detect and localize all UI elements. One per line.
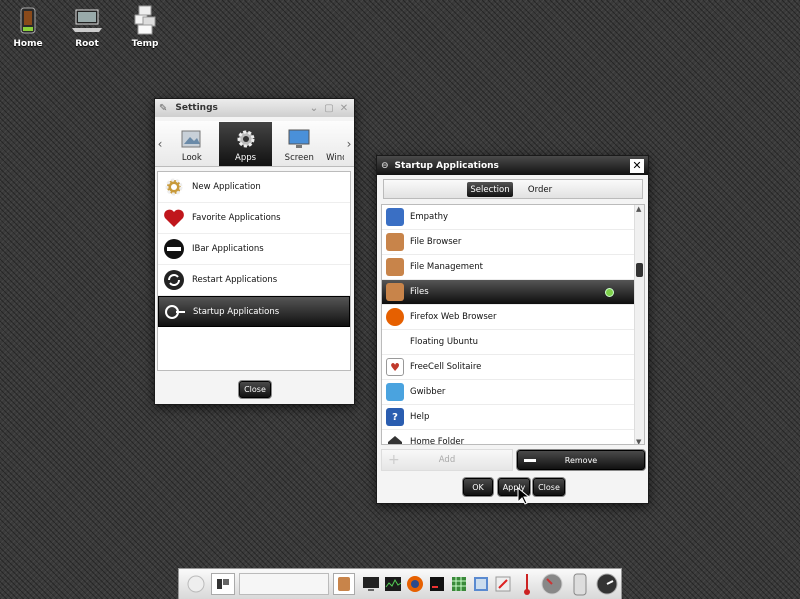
tab-look[interactable]: Look bbox=[165, 122, 219, 166]
minimize-button[interactable]: ⌄ bbox=[308, 102, 320, 114]
list-item-empathy[interactable]: Empathy bbox=[382, 205, 634, 230]
startup-titlebar[interactable]: ⊖ Startup Applications ✕ bbox=[377, 156, 648, 175]
remove-button[interactable]: Remove bbox=[517, 450, 645, 470]
help-icon: ? bbox=[386, 408, 404, 426]
workspace-pager[interactable] bbox=[239, 573, 329, 595]
battery-icon[interactable] bbox=[569, 573, 591, 596]
list-item-freecell[interactable]: ♥ FreeCell Solitaire bbox=[382, 355, 634, 380]
desktop-icon-root[interactable]: Root bbox=[62, 4, 112, 49]
taskbar bbox=[178, 568, 622, 599]
desktop-icon-temp[interactable]: Temp bbox=[120, 4, 170, 49]
tabs-right-arrow[interactable]: › bbox=[344, 122, 354, 166]
heart-icon bbox=[162, 206, 186, 230]
list-item-gwibber[interactable]: Gwibber bbox=[382, 380, 634, 405]
startup-tabs: Selection Order bbox=[383, 179, 643, 199]
clock-icon[interactable] bbox=[539, 573, 565, 595]
calculator-icon[interactable] bbox=[449, 573, 469, 595]
list-item-firefox[interactable]: Firefox Web Browser bbox=[382, 305, 634, 330]
start-icon[interactable] bbox=[185, 573, 207, 595]
startup-close-button[interactable]: Close bbox=[533, 478, 565, 496]
scroll-up-icon[interactable]: ▲ bbox=[636, 205, 641, 213]
system-monitor-icon[interactable] bbox=[383, 573, 403, 595]
trash-bin-icon bbox=[12, 4, 44, 36]
restart-icon bbox=[162, 268, 186, 292]
settings-item-favorite-applications[interactable]: Favorite Applications bbox=[158, 203, 350, 234]
file-browser-icon bbox=[386, 233, 404, 251]
look-icon bbox=[179, 128, 205, 150]
ibar-icon bbox=[162, 237, 186, 261]
editor-icon[interactable] bbox=[493, 573, 513, 595]
startup-applications-window: ⊖ Startup Applications ✕ Selection Order… bbox=[376, 155, 649, 504]
tab-screen[interactable]: Screen bbox=[272, 122, 326, 166]
settings-tabs: ‹ Look Apps Screen Wind › bbox=[155, 121, 354, 167]
maximize-button[interactable]: ▢ bbox=[323, 102, 335, 114]
desktop-icon-label: Root bbox=[75, 39, 99, 49]
laptop-icon bbox=[71, 4, 103, 36]
plus-icon: + bbox=[388, 452, 400, 468]
file-management-icon bbox=[386, 258, 404, 276]
apps-gear-icon bbox=[233, 128, 259, 150]
list-item-floating-ubuntu[interactable]: Floating Ubuntu bbox=[382, 330, 634, 355]
firefox-icon bbox=[386, 308, 404, 326]
cards-icon: ♥ bbox=[386, 358, 404, 376]
desktop-icon-label: Home bbox=[13, 39, 43, 49]
close-icon[interactable]: ✕ bbox=[630, 158, 644, 173]
mouse-cursor-icon bbox=[517, 486, 531, 508]
settings-item-restart-applications[interactable]: Restart Applications bbox=[158, 265, 350, 296]
settings-window: ✎ Settings ⌄ ▢ ✕ ‹ Look Apps Screen Win bbox=[154, 98, 355, 405]
files-icon[interactable] bbox=[333, 573, 355, 595]
minus-icon bbox=[524, 458, 536, 462]
firefox-icon[interactable] bbox=[405, 573, 425, 595]
terminal-icon[interactable] bbox=[361, 573, 381, 595]
gwibber-icon bbox=[386, 383, 404, 401]
list-item-home-folder[interactable]: Home Folder bbox=[382, 430, 634, 444]
tab-selection[interactable]: Selection bbox=[467, 182, 513, 197]
tabs-left-arrow[interactable]: ‹ bbox=[155, 122, 165, 166]
scrollbar-thumb[interactable] bbox=[636, 263, 643, 277]
boxes-icon bbox=[129, 4, 161, 36]
add-button[interactable]: + Add bbox=[381, 449, 513, 471]
settings-titlebar[interactable]: ✎ Settings ⌄ ▢ ✕ bbox=[155, 99, 354, 117]
close-icon[interactable]: ✕ bbox=[338, 102, 350, 114]
settings-item-startup-applications[interactable]: Startup Applications bbox=[158, 296, 350, 327]
startup-icon bbox=[163, 300, 187, 324]
enabled-indicator-icon bbox=[605, 287, 614, 297]
list-scrollbar[interactable]: ▲ ▼ bbox=[634, 205, 644, 444]
list-item-file-browser[interactable]: File Browser bbox=[382, 230, 634, 255]
console-icon[interactable] bbox=[427, 573, 447, 595]
window-icon bbox=[326, 128, 344, 150]
tab-order[interactable]: Order bbox=[520, 182, 560, 197]
settings-list: New Application Favorite Applications IB… bbox=[157, 171, 351, 371]
desktop-icon-home[interactable]: Home bbox=[3, 4, 53, 49]
thermometer-icon[interactable] bbox=[521, 573, 533, 595]
files-icon bbox=[386, 283, 404, 301]
list-item-help[interactable]: ? Help bbox=[382, 405, 634, 430]
home-folder-icon bbox=[386, 433, 404, 444]
wrench-icon: ✎ bbox=[159, 102, 168, 114]
settings-title: Settings bbox=[175, 103, 218, 113]
photos-icon[interactable] bbox=[471, 573, 491, 595]
list-item-file-management[interactable]: File Management bbox=[382, 255, 634, 280]
list-item-files[interactable]: Files bbox=[382, 280, 634, 305]
ok-button[interactable]: OK bbox=[463, 478, 493, 496]
monitor-icon bbox=[286, 128, 312, 150]
pager-icon[interactable] bbox=[211, 573, 235, 595]
desktop-icon-label: Temp bbox=[131, 39, 159, 49]
empathy-icon bbox=[386, 208, 404, 226]
startup-app-list: Empathy File Browser File Management Fil… bbox=[381, 204, 645, 445]
tab-apps[interactable]: Apps bbox=[218, 122, 273, 166]
gear-icon bbox=[162, 175, 186, 199]
power-icon[interactable] bbox=[595, 573, 619, 595]
settings-close-button[interactable]: Close bbox=[239, 381, 271, 398]
scroll-down-icon[interactable]: ▼ bbox=[636, 438, 641, 444]
settings-item-ibar-applications[interactable]: IBar Applications bbox=[158, 234, 350, 265]
startup-title: Startup Applications bbox=[394, 160, 499, 171]
startup-icon: ⊖ bbox=[381, 160, 389, 171]
tab-windows[interactable]: Wind bbox=[326, 122, 344, 166]
settings-item-new-application[interactable]: New Application bbox=[158, 172, 350, 203]
